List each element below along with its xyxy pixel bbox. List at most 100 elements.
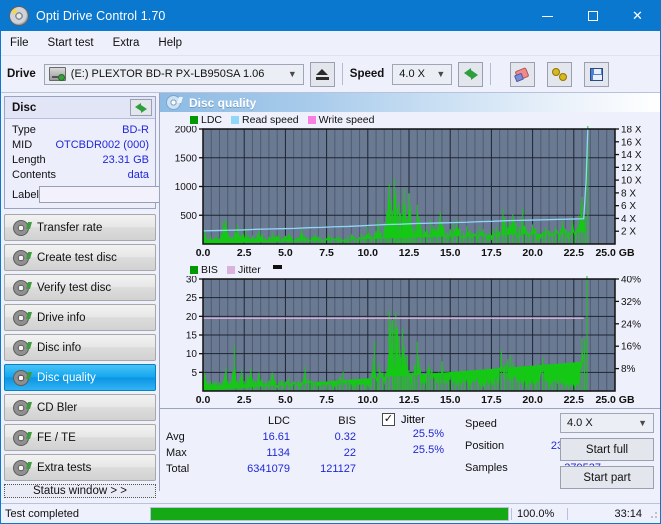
speed-select[interactable]: 4.0 X ▼ [392, 63, 453, 85]
jitter-checkbox[interactable]: ✓ [382, 413, 395, 426]
test-speed-select[interactable]: 4.0 X ▼ [560, 413, 654, 433]
disc-mid-label: MID [12, 138, 33, 151]
disc-icon [13, 279, 29, 296]
sidebar-item-disc-info[interactable]: Disc info [4, 334, 156, 361]
svg-text:18 X: 18 X [621, 126, 642, 136]
disc-icon [13, 399, 29, 416]
window-controls: ✕ [525, 1, 660, 31]
drive-select[interactable]: (E:) PLEXTOR BD-R PX-LB950SA 1.06 ▼ [43, 63, 304, 85]
stats-max-bis: 22 [343, 447, 356, 459]
main-panel: Disc quality LDC Read speed Write speed … [159, 93, 660, 491]
drive-label: Drive [7, 68, 36, 80]
disc-icon [13, 339, 29, 356]
sidebar-item-transfer-rate[interactable]: Transfer rate [4, 214, 156, 241]
disc-length-value: 23.31 GB [102, 153, 149, 166]
stats-total-bis: 121127 [320, 463, 356, 475]
progress-percent: 100.0% [511, 507, 567, 520]
jitter-avg-value: 25.5% [412, 428, 444, 440]
disc-mid-value: OTCBDR002 (000) [55, 138, 149, 151]
legend-label: Read speed [242, 114, 299, 126]
bis-chart[interactable]: 5 10 15 20 25 30 8% 16% 24% 32% 40% 0.0 2.5 5.0 7.5 10.… [160, 276, 660, 408]
content-area: Disc Type BD-R MID OTCBDR002 (000) Lengt… [1, 93, 660, 498]
svg-text:10: 10 [186, 349, 198, 360]
disc-panel-header: Disc [5, 97, 155, 119]
svg-text:40%: 40% [621, 276, 641, 286]
ldc-chart[interactable]: 500 1000 1500 2000 2 X 4 X 6 X 8 X 10 X 12 X 14 X 1… [160, 126, 660, 261]
marker-icon [272, 265, 282, 269]
svg-text:22.5: 22.5 [564, 394, 585, 406]
page-title: Disc quality [189, 95, 257, 110]
disc-refresh-button[interactable] [130, 99, 152, 116]
menu-help[interactable]: Help [158, 35, 192, 51]
refresh-button[interactable] [458, 61, 484, 87]
disc-length-label: Length [12, 153, 46, 166]
toolbar-separator-2 [490, 63, 492, 85]
svg-text:12 X: 12 X [621, 163, 642, 174]
legend-swatch-icon [190, 116, 198, 124]
sidebar-item-disc-quality[interactable]: Disc quality [4, 364, 156, 391]
disc-type-label: Type [12, 123, 36, 136]
refresh-icon [135, 102, 147, 114]
sidebar-item-extra-tests[interactable]: Extra tests [4, 454, 156, 481]
erase-button[interactable] [510, 61, 536, 87]
jitter-column: ✓ Jitter 25.5% 25.5% [382, 413, 444, 458]
speed-select-value: 4.0 X [399, 68, 425, 80]
svg-text:10.0: 10.0 [358, 394, 379, 406]
svg-text:15.0: 15.0 [440, 247, 461, 259]
nav-list: Transfer rate Create test disc Verify te… [4, 214, 156, 484]
svg-text:15: 15 [186, 331, 198, 342]
stats-max-ldc: 1134 [266, 447, 290, 459]
svg-text:2000: 2000 [175, 126, 198, 136]
eject-button[interactable] [309, 61, 335, 87]
speed-label: Speed [465, 418, 497, 430]
panel-header: Disc quality [160, 93, 660, 112]
svg-text:20.0: 20.0 [522, 394, 543, 406]
sidebar: Disc Type BD-R MID OTCBDR002 (000) Lengt… [1, 93, 243, 498]
sidebar-item-label: Disc quality [37, 371, 96, 384]
stats-row-label: Total [166, 463, 190, 475]
svg-text:25.0 GB: 25.0 GB [595, 247, 635, 259]
start-full-button[interactable]: Start full [560, 438, 654, 461]
maximize-button[interactable] [570, 1, 615, 31]
stats-avg-ldc: 16.61 [262, 431, 290, 443]
svg-text:15.0: 15.0 [440, 394, 461, 406]
sidebar-item-verify-test-disc[interactable]: Verify test disc [4, 274, 156, 301]
legend-swatch-icon [226, 266, 235, 274]
close-button[interactable]: ✕ [615, 1, 660, 31]
maximize-icon [587, 11, 598, 21]
menu-file[interactable]: File [10, 35, 39, 51]
save-button[interactable] [584, 61, 610, 87]
speed-label: Speed [349, 68, 385, 80]
svg-text:14 X: 14 X [621, 150, 642, 161]
chevron-down-icon: ▼ [436, 68, 446, 79]
minimize-button[interactable] [525, 1, 570, 31]
start-part-button[interactable]: Start part [560, 466, 654, 489]
menu-start-test[interactable]: Start test [48, 35, 104, 51]
stats-row-total: Total 6341079 121127 [166, 461, 356, 477]
statistics-panel: LDC BIS Avg 16.61 0.32 Max 1134 22 Total… [160, 408, 660, 491]
legend-label: Jitter [237, 264, 261, 276]
stats-header-row: LDC BIS [166, 413, 356, 429]
minimize-icon [542, 15, 553, 17]
floppy-icon [590, 67, 604, 81]
svg-text:2.5: 2.5 [237, 394, 252, 406]
settings-button[interactable] [547, 61, 573, 87]
sidebar-item-drive-info[interactable]: Drive info [4, 304, 156, 331]
disc-label-label: Label [12, 188, 39, 201]
svg-text:0.0: 0.0 [196, 247, 211, 259]
stats-avg-bis: 0.32 [334, 431, 356, 443]
status-window-button[interactable]: Status window > > [4, 484, 156, 498]
stats-total-ldc: 6341079 [247, 463, 290, 475]
sidebar-item-fe-te[interactable]: FE / TE [4, 424, 156, 451]
svg-text:1500: 1500 [175, 153, 198, 164]
svg-text:2.5: 2.5 [237, 247, 252, 259]
gears-icon [552, 67, 568, 81]
sidebar-item-cd-bler[interactable]: CD Bler [4, 394, 156, 421]
resize-grip-icon[interactable] [648, 508, 658, 519]
sidebar-item-label: CD Bler [37, 401, 78, 414]
disc-icon [13, 459, 29, 476]
menu-extra[interactable]: Extra [113, 35, 150, 51]
sidebar-item-create-test-disc[interactable]: Create test disc [4, 244, 156, 271]
action-column: 4.0 X ▼ Start full Start part [560, 413, 654, 494]
svg-text:20.0: 20.0 [522, 247, 543, 259]
